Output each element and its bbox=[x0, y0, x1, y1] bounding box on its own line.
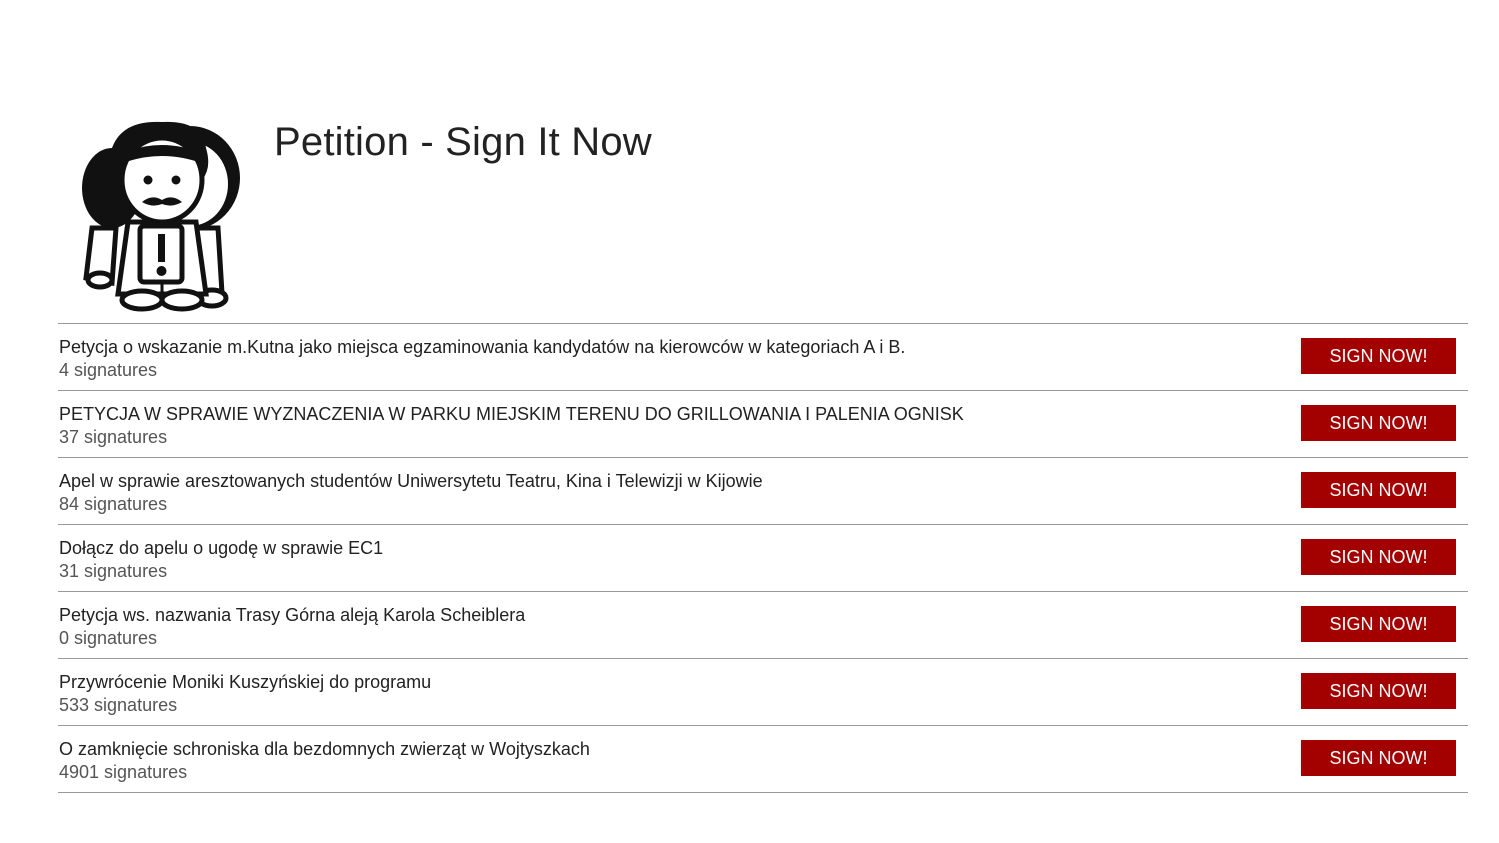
petition-title[interactable]: Apel w sprawie aresztowanych studentów U… bbox=[59, 471, 763, 492]
signature-count: 31 signatures bbox=[59, 561, 168, 581]
petition-title[interactable]: O zamknięcie schroniska dla bezdomnych z… bbox=[59, 739, 590, 760]
sign-now-button[interactable]: SIGN NOW! bbox=[1301, 539, 1456, 575]
signature-count: 0 signatures bbox=[59, 628, 158, 648]
signature-count: 84 signatures bbox=[59, 494, 168, 514]
list-item: PETYCJA W SPRAWIE WYZNACZENIA W PARKU MI… bbox=[58, 391, 1468, 458]
signature-count: 4 signatures bbox=[59, 360, 158, 380]
header: Petition - Sign It Now bbox=[72, 118, 1472, 318]
list-item: Petycja ws. nazwania Trasy Górna aleją K… bbox=[58, 592, 1468, 659]
petition-list: Petycja o wskazanie m.Kutna jako miejsca… bbox=[58, 323, 1468, 793]
list-item: O zamknięcie schroniska dla bezdomnych z… bbox=[58, 726, 1468, 793]
petition-title[interactable]: Petycja o wskazanie m.Kutna jako miejsca… bbox=[59, 337, 905, 358]
sign-now-button[interactable]: SIGN NOW! bbox=[1301, 606, 1456, 642]
sign-now-button[interactable]: SIGN NOW! bbox=[1301, 740, 1456, 776]
signature-count: 37 signatures bbox=[59, 427, 168, 447]
petition-title[interactable]: PETYCJA W SPRAWIE WYZNACZENIA W PARKU MI… bbox=[59, 404, 964, 425]
list-item: Petycja o wskazanie m.Kutna jako miejsca… bbox=[58, 324, 1468, 391]
petition-title[interactable]: Petycja ws. nazwania Trasy Górna aleją K… bbox=[59, 605, 525, 626]
sign-now-button[interactable]: SIGN NOW! bbox=[1301, 673, 1456, 709]
petition-title[interactable]: Dołącz do apelu o ugodę w sprawie EC1 bbox=[59, 538, 383, 559]
page-title: Petition - Sign It Now bbox=[274, 120, 652, 164]
protesters-icon bbox=[82, 121, 240, 312]
list-item: Przywrócenie Moniki Kuszyńskiej do progr… bbox=[58, 659, 1468, 726]
page: Petition - Sign It Now Petycja o wskazan… bbox=[0, 0, 1499, 843]
signature-count: 533 signatures bbox=[59, 695, 178, 715]
sign-now-button[interactable]: SIGN NOW! bbox=[1301, 338, 1456, 374]
list-item: Dołącz do apelu o ugodę w sprawie EC1 31… bbox=[58, 525, 1468, 592]
petition-title[interactable]: Przywrócenie Moniki Kuszyńskiej do progr… bbox=[59, 672, 431, 693]
sign-now-button[interactable]: SIGN NOW! bbox=[1301, 472, 1456, 508]
signature-count: 4901 signatures bbox=[59, 762, 188, 782]
sign-now-button[interactable]: SIGN NOW! bbox=[1301, 405, 1456, 441]
list-item: Apel w sprawie aresztowanych studentów U… bbox=[58, 458, 1468, 525]
